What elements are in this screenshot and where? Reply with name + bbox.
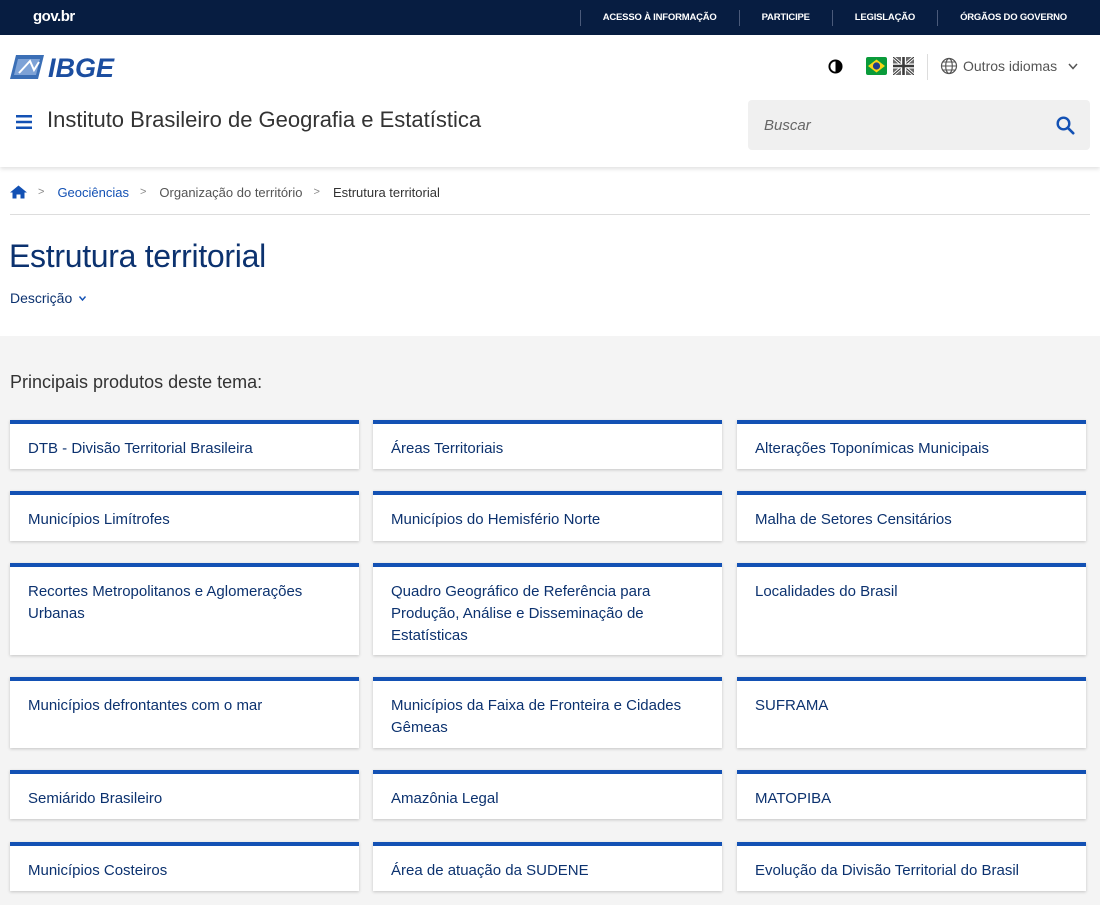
site-title[interactable]: Instituto Brasileiro de Geografia e Esta… (47, 107, 481, 133)
product-card[interactable]: Localidades do Brasil (737, 563, 1086, 655)
breadcrumb-item-current: Estrutura territorial (332, 184, 440, 200)
nav-link-legislacao[interactable]: LEGISLAÇÃO (833, 12, 937, 23)
breadcrumb-item-geociencias[interactable]: Geociências (57, 185, 129, 200)
breadcrumb-item-organizacao-territorio[interactable]: Organização do território (159, 185, 302, 200)
hamburger-menu-icon[interactable] (16, 115, 32, 129)
product-card[interactable]: Municípios do Hemisfério Norte (373, 491, 722, 541)
globe-icon[interactable] (940, 57, 958, 75)
ibge-logo[interactable]: IBGE (10, 53, 132, 81)
breadcrumb-separator: > (313, 186, 320, 198)
product-card[interactable]: Recortes Metropolitanos e Aglomerações U… (10, 563, 359, 655)
description-toggle-label: Descrição (10, 290, 73, 306)
gov-bar: gov.br ACESSO À INFORMAÇÃO PARTICIPE LEG… (0, 0, 1100, 35)
home-icon[interactable] (10, 185, 27, 199)
description-toggle[interactable]: Descrição (10, 290, 87, 306)
product-card[interactable]: Semiárido Brasileiro (10, 770, 359, 819)
uk-flag-icon[interactable] (893, 57, 914, 75)
product-card[interactable]: Municípios Costeiros (10, 842, 359, 891)
govbr-logo[interactable]: gov.br (33, 8, 75, 25)
breadcrumb-separator: > (139, 186, 147, 198)
product-card[interactable]: Amazônia Legal (373, 770, 722, 819)
ibge-logo-text: IBGE (48, 53, 115, 81)
product-card[interactable]: Municípios Limítrofes (10, 491, 359, 541)
product-card[interactable]: Áreas Territoriais (373, 420, 722, 469)
product-card[interactable]: Evolução da Divisão Territorial do Brasi… (737, 842, 1086, 891)
product-card[interactable]: MATOPIBA (737, 770, 1086, 819)
search-box (748, 100, 1090, 150)
product-card[interactable]: Área de atuação da SUDENE (373, 842, 722, 891)
chevron-down-icon (79, 295, 87, 301)
product-card[interactable]: DTB - Divisão Territorial Brasileira (10, 420, 359, 469)
nav-link-acesso-informacao[interactable]: ACESSO À INFORMAÇÃO (581, 12, 739, 23)
contrast-icon[interactable] (828, 59, 843, 74)
products-section: Principais produtos deste tema: DTB - Di… (0, 336, 1100, 905)
search-icon[interactable] (1056, 116, 1075, 135)
product-card[interactable]: Quadro Geográfico de Referência para Pro… (373, 563, 722, 655)
chevron-down-icon[interactable] (1067, 62, 1079, 71)
gov-nav: ACESSO À INFORMAÇÃO PARTICIPE LEGISLAÇÃO… (579, 0, 1100, 35)
product-card[interactable]: Alterações Toponímicas Municipais (737, 420, 1086, 469)
nav-link-participe[interactable]: PARTICIPE (740, 12, 832, 23)
product-card[interactable]: Malha de Setores Censitários (737, 491, 1086, 541)
brazil-flag-icon[interactable] (866, 57, 887, 75)
breadcrumb: > Geociências > Organização do territóri… (10, 182, 440, 202)
products-heading: Principais produtos deste tema: (10, 372, 263, 392)
product-card[interactable]: Municípios defrontantes com o mar (10, 677, 359, 748)
page-title: Estrutura territorial (9, 238, 266, 274)
product-card[interactable]: SUFRAMA (737, 677, 1086, 748)
site-header: IBGE Outros idiomas Instituto Brasileiro… (0, 35, 1100, 167)
breadcrumb-divider (10, 214, 1090, 215)
breadcrumb-separator: > (38, 186, 45, 198)
product-card[interactable]: Municípios da Faixa de Fronteira e Cidad… (373, 677, 722, 748)
nav-link-orgaos-governo[interactable]: ÓRGÃOS DO GOVERNO (938, 12, 1100, 23)
search-input[interactable] (764, 100, 1044, 150)
language-selector[interactable]: Outros idiomas (963, 58, 1057, 74)
header-divider (927, 54, 928, 80)
